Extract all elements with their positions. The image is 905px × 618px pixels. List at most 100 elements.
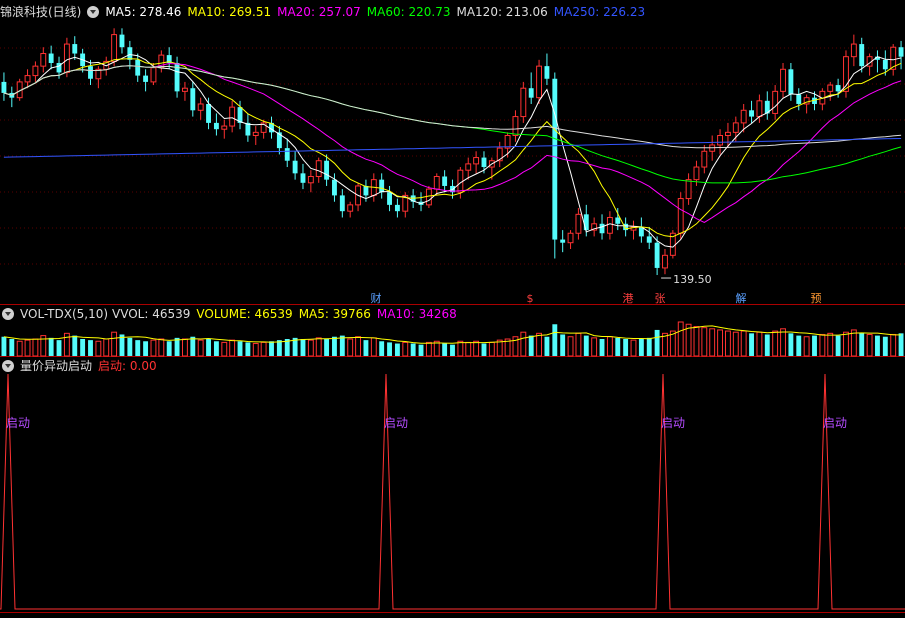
volume-bar (560, 334, 566, 356)
candle (88, 59, 93, 86)
event-markers[interactable]: 139.50 财 $ 港 张 解 预 (370, 273, 822, 305)
volume-bar (450, 344, 455, 356)
candle (606, 211, 613, 240)
volume-bar (693, 326, 700, 357)
volume-bar (197, 339, 204, 357)
candle (465, 157, 472, 180)
candle (827, 81, 834, 101)
candle (701, 144, 708, 174)
moving-average-lines (3, 53, 902, 248)
event-marker: 解 (735, 291, 747, 305)
candle (324, 154, 330, 186)
volume-bar (387, 342, 392, 356)
candle (796, 88, 802, 111)
volume-bar (72, 335, 78, 356)
volume-bar (48, 337, 54, 356)
candle (552, 72, 558, 259)
volume-bar (599, 339, 605, 356)
volume-bar (591, 337, 598, 357)
volume-bar (732, 331, 739, 357)
svg-text:$: $ (527, 292, 534, 305)
volume-bar (237, 341, 243, 356)
candle (442, 170, 448, 193)
candle (190, 81, 196, 117)
volume-bar (425, 341, 432, 357)
candle (898, 40, 904, 70)
candle (355, 182, 362, 212)
candle (197, 97, 204, 120)
candle (213, 113, 219, 136)
candle (433, 173, 440, 196)
candle (520, 81, 527, 123)
volume-bar (615, 337, 621, 356)
volume-bar (402, 341, 409, 357)
volume-bar (859, 333, 865, 356)
candle (9, 86, 15, 108)
volume-bar (213, 341, 219, 356)
volume-bar (890, 333, 897, 357)
event-marker: $ (524, 291, 536, 305)
volume-bar (575, 332, 582, 357)
candle (591, 217, 598, 237)
volume-bar (536, 332, 543, 357)
signal-label: 启动 (661, 416, 685, 430)
ma20-line (3, 62, 902, 223)
volume-bar (473, 340, 480, 357)
signal-label: 启动 (823, 416, 847, 430)
event-marker: 预 (810, 291, 822, 305)
volume-bar (772, 330, 779, 357)
candle (850, 34, 857, 67)
candle (394, 198, 400, 218)
volume-bar (276, 340, 282, 356)
candlesticks[interactable] (1, 28, 904, 276)
candle (772, 85, 779, 120)
volume-bar (898, 333, 904, 356)
signal-line (0, 373, 905, 610)
stock-chart[interactable]: 启动 启动 启动 启动 139.50 财 $ 港 张 解 预 (0, 0, 905, 618)
volume-bar (80, 339, 86, 356)
volume-bar (1, 336, 7, 356)
volume-bar (95, 340, 102, 357)
candle (72, 36, 78, 60)
volume-bar (9, 339, 15, 356)
volume-bar (457, 340, 464, 357)
svg-text:张: 张 (655, 292, 666, 305)
low-price-label: 139.50 (673, 273, 712, 286)
candle (143, 69, 149, 92)
volume-bar (347, 338, 354, 357)
volume-bar (552, 324, 558, 356)
volume-bar (143, 341, 149, 356)
signal-label: 启动 (6, 416, 30, 430)
volume-bar (638, 339, 644, 356)
volume-bar (882, 336, 888, 356)
volume-bar (796, 335, 802, 356)
volume-bar (756, 331, 763, 357)
volume-bar (803, 336, 810, 357)
candle (512, 110, 519, 142)
volume-bar (827, 332, 834, 357)
volume-bar (103, 338, 110, 357)
volume-bar (269, 341, 274, 356)
candle (32, 61, 39, 82)
candle (95, 66, 102, 89)
volume-bar (181, 338, 188, 357)
volume-bar (544, 336, 550, 356)
volume-bar (819, 333, 826, 357)
event-marker: 张 (654, 291, 666, 305)
svg-text:预: 预 (811, 292, 822, 305)
candle (544, 53, 550, 86)
candle (843, 50, 849, 98)
volume-bars[interactable] (1, 321, 904, 357)
volume-bar (764, 334, 770, 356)
volume-bar (654, 329, 660, 356)
candle (402, 192, 409, 218)
candle (387, 185, 392, 212)
candle (615, 208, 621, 231)
volume-bar (315, 337, 322, 357)
volume-bar (418, 344, 424, 356)
candle (536, 59, 543, 104)
volume-bar (740, 330, 747, 357)
candle (158, 50, 165, 73)
volume-bar (370, 337, 377, 357)
candle (560, 230, 566, 253)
